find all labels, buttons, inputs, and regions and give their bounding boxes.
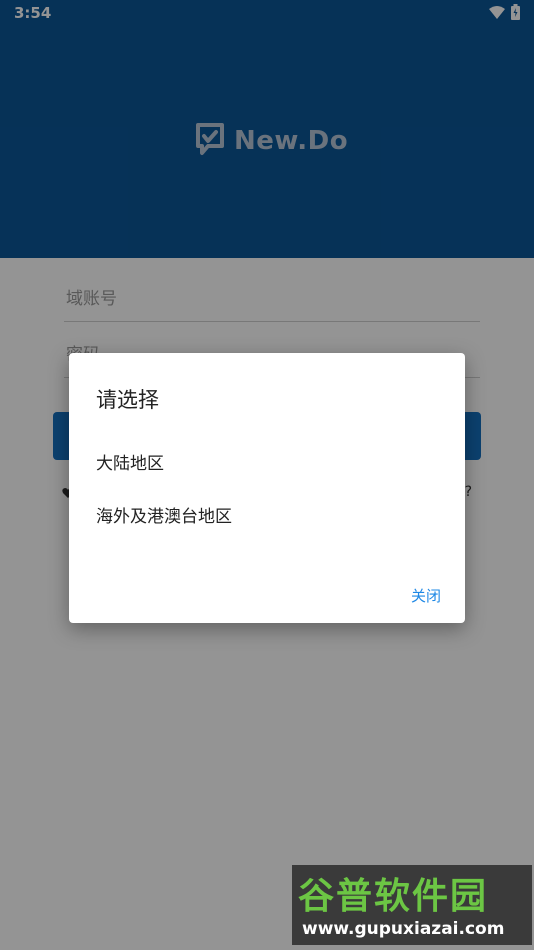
close-button[interactable]: 关闭	[411, 585, 441, 606]
option-overseas-hk-macau-taiwan[interactable]: 海外及港澳台地区	[96, 502, 232, 527]
region-select-dialog: 请选择 大陆地区 海外及港澳台地区 关闭	[69, 353, 465, 623]
watermark-title: 谷普软件园	[298, 876, 489, 917]
dialog-title: 请选择	[96, 388, 159, 412]
watermark-url: www.gupuxiazai.com	[302, 919, 505, 939]
watermark-logo: 谷普软件园 www.gupuxiazai.com	[292, 865, 532, 945]
option-mainland[interactable]: 大陆地区	[96, 449, 164, 474]
